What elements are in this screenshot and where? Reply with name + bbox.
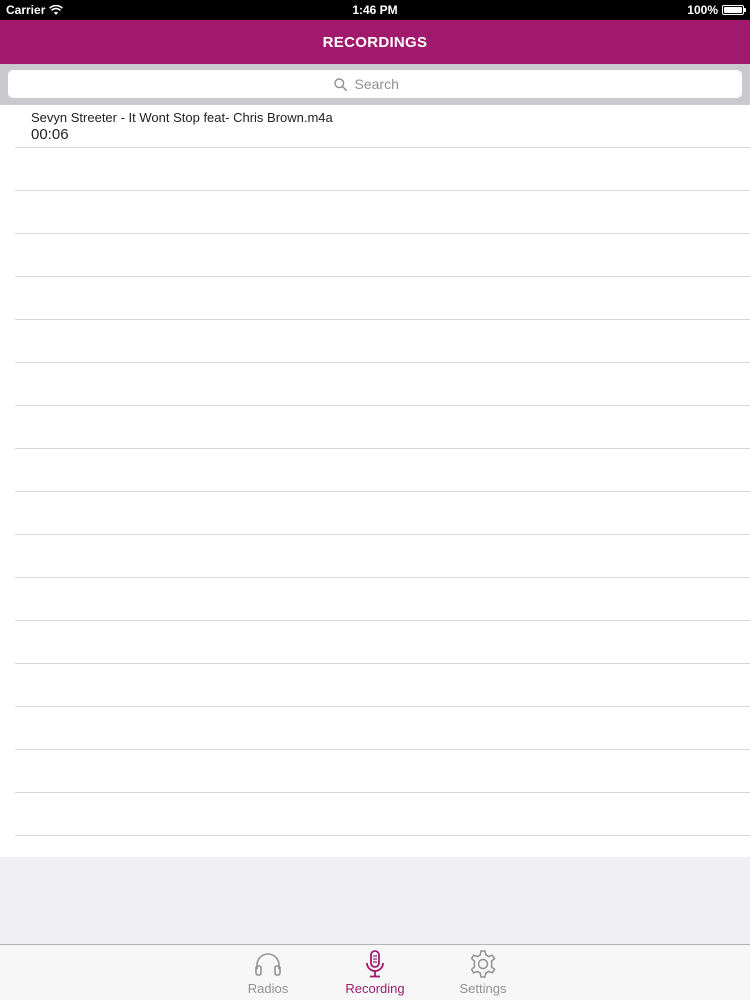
tab-label: Settings (459, 981, 507, 996)
search-field[interactable] (8, 70, 742, 98)
empty-list-row (15, 578, 750, 621)
tab-label: Recording (345, 981, 405, 996)
empty-list-row (15, 320, 750, 363)
list-item[interactable]: Sevyn Streeter - It Wont Stop feat- Chri… (15, 105, 750, 148)
search-input[interactable] (352, 75, 417, 93)
empty-list-row (15, 535, 750, 578)
empty-list-row (15, 191, 750, 234)
gear-icon (468, 949, 498, 979)
battery-icon (722, 5, 746, 15)
status-right: 100% (687, 3, 746, 17)
empty-list-row (15, 793, 750, 836)
recording-duration: 00:06 (31, 126, 69, 143)
status-time: 1:46 PM (352, 3, 398, 17)
page-title: RECORDINGS (322, 33, 428, 51)
empty-list-row (15, 363, 750, 406)
empty-list-row (15, 664, 750, 707)
empty-list-row (15, 406, 750, 449)
headphones-icon (253, 949, 283, 979)
empty-list-row (15, 449, 750, 492)
tab-recording[interactable]: Recording (330, 949, 420, 999)
navigation-bar: RECORDINGS (0, 20, 750, 64)
recording-title: Sevyn Streeter - It Wont Stop feat- Chri… (31, 110, 333, 125)
tab-radios[interactable]: Radios (223, 949, 313, 999)
empty-list-row (15, 621, 750, 664)
empty-list-row (15, 707, 750, 750)
battery-fill (724, 7, 742, 13)
recordings-list: Sevyn Streeter - It Wont Stop feat- Chri… (0, 105, 750, 857)
empty-list-row (15, 234, 750, 277)
empty-list-row (15, 277, 750, 320)
search-bar (0, 64, 750, 105)
status-bar: Carrier 1:46 PM 100% (0, 0, 750, 20)
search-icon (333, 77, 347, 91)
battery-percent: 100% (687, 3, 718, 17)
microphone-icon (360, 949, 390, 979)
tab-bar: Radios Recording Settings (0, 944, 750, 1000)
tab-settings[interactable]: Settings (438, 949, 528, 999)
tab-label: Radios (247, 981, 289, 996)
empty-list-row (15, 492, 750, 535)
empty-list-row (15, 750, 750, 793)
empty-list-row (15, 148, 750, 191)
